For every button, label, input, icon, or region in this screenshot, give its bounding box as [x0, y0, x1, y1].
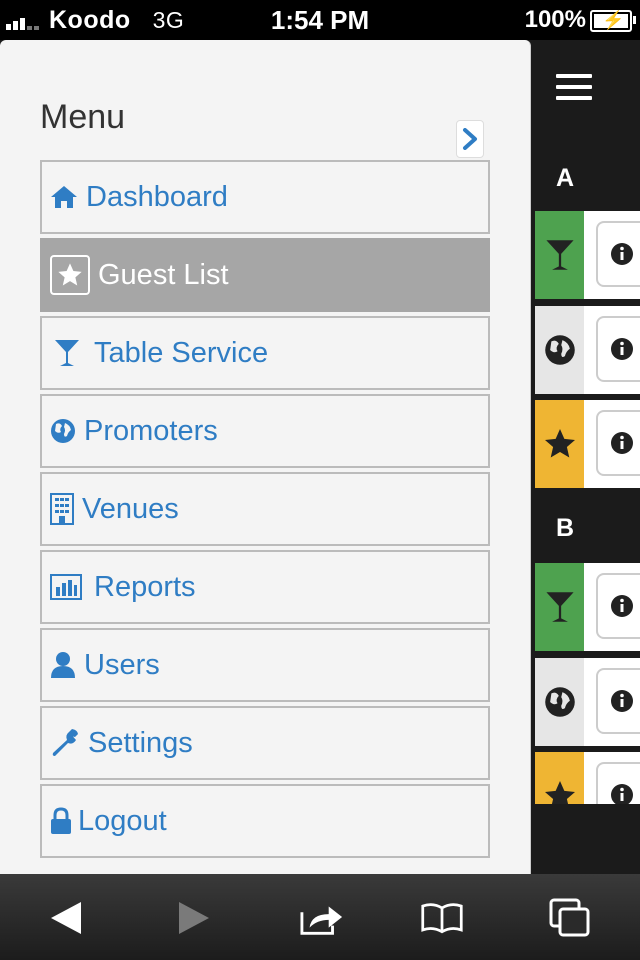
star-icon [535, 752, 584, 804]
list-item[interactable] [535, 306, 640, 394]
menu-item-label: Table Service [94, 336, 269, 369]
bar-chart-icon [50, 574, 82, 600]
info-button[interactable] [596, 316, 640, 382]
home-icon [50, 184, 78, 210]
menu-item-venues[interactable]: Venues [40, 472, 490, 546]
list-item[interactable] [535, 563, 640, 651]
main-content-list: A B [531, 40, 640, 804]
menu-item-reports[interactable]: Reports [40, 550, 490, 624]
info-button[interactable] [596, 668, 640, 734]
info-icon [611, 243, 633, 265]
menu-item-label: Logout [78, 804, 167, 837]
lock-icon [50, 807, 72, 835]
tabs-icon [549, 898, 590, 937]
section-header-b: B [556, 514, 575, 542]
browser-toolbar [0, 874, 640, 960]
menu-item-label: Promoters [84, 414, 218, 447]
globe-icon [535, 658, 584, 746]
info-button[interactable] [596, 410, 640, 476]
menu-item-label: Reports [94, 570, 196, 603]
menu-item-logout[interactable]: Logout [40, 784, 490, 858]
list-item[interactable] [535, 752, 640, 804]
share-icon [300, 906, 343, 935]
menu-item-label: Dashboard [86, 180, 228, 213]
info-button[interactable] [596, 573, 640, 639]
menu-item-table-service[interactable]: Table Service [40, 316, 490, 390]
menu-item-label: Settings [88, 726, 193, 759]
star-icon [535, 400, 584, 488]
info-icon [611, 784, 633, 804]
info-button[interactable] [596, 762, 640, 804]
bookmarks-icon [421, 903, 463, 934]
menu-title: Menu [40, 98, 126, 136]
collapse-menu-button[interactable] [456, 120, 484, 158]
list-item[interactable] [535, 211, 640, 299]
info-button[interactable] [596, 221, 640, 287]
bookmarks-button[interactable] [420, 896, 464, 940]
back-button[interactable] [44, 896, 88, 940]
menu-item-label: Venues [82, 492, 179, 525]
info-icon [611, 595, 633, 617]
globe-icon [50, 418, 76, 444]
globe-icon [535, 306, 584, 394]
user-icon [50, 651, 76, 679]
info-icon [611, 432, 633, 454]
menu-item-settings[interactable]: Settings [40, 706, 490, 780]
hamburger-menu-icon[interactable] [556, 74, 592, 107]
wrench-icon [50, 728, 80, 758]
menu-item-label: Guest List [98, 258, 229, 291]
list-item[interactable] [535, 400, 640, 488]
status-bar: Koodo 3G 1:54 PM 100% ⚡ [0, 0, 640, 40]
cocktail-icon [54, 338, 80, 368]
battery-percent: 100% [524, 6, 586, 33]
section-header-a: A [556, 164, 575, 192]
chevron-right-icon [463, 128, 477, 150]
info-icon [611, 690, 633, 712]
menu-item-label: Users [84, 648, 160, 681]
menu-list: Dashboard Guest List Table Service Promo… [40, 160, 490, 862]
menu-item-guest-list[interactable]: Guest List [40, 238, 490, 312]
menu-item-dashboard[interactable]: Dashboard [40, 160, 490, 234]
forward-icon [179, 902, 209, 934]
forward-button[interactable] [172, 896, 216, 940]
menu-item-users[interactable]: Users [40, 628, 490, 702]
star-icon [50, 255, 90, 295]
tabs-button[interactable] [548, 896, 592, 940]
cocktail-icon [535, 211, 584, 299]
info-icon [611, 338, 633, 360]
cocktail-icon [535, 563, 584, 651]
share-button[interactable] [300, 896, 344, 940]
battery-icon: ⚡ [590, 10, 636, 32]
list-item[interactable] [535, 658, 640, 746]
menu-item-promoters[interactable]: Promoters [40, 394, 490, 468]
back-icon [51, 902, 81, 934]
building-icon [50, 493, 74, 525]
